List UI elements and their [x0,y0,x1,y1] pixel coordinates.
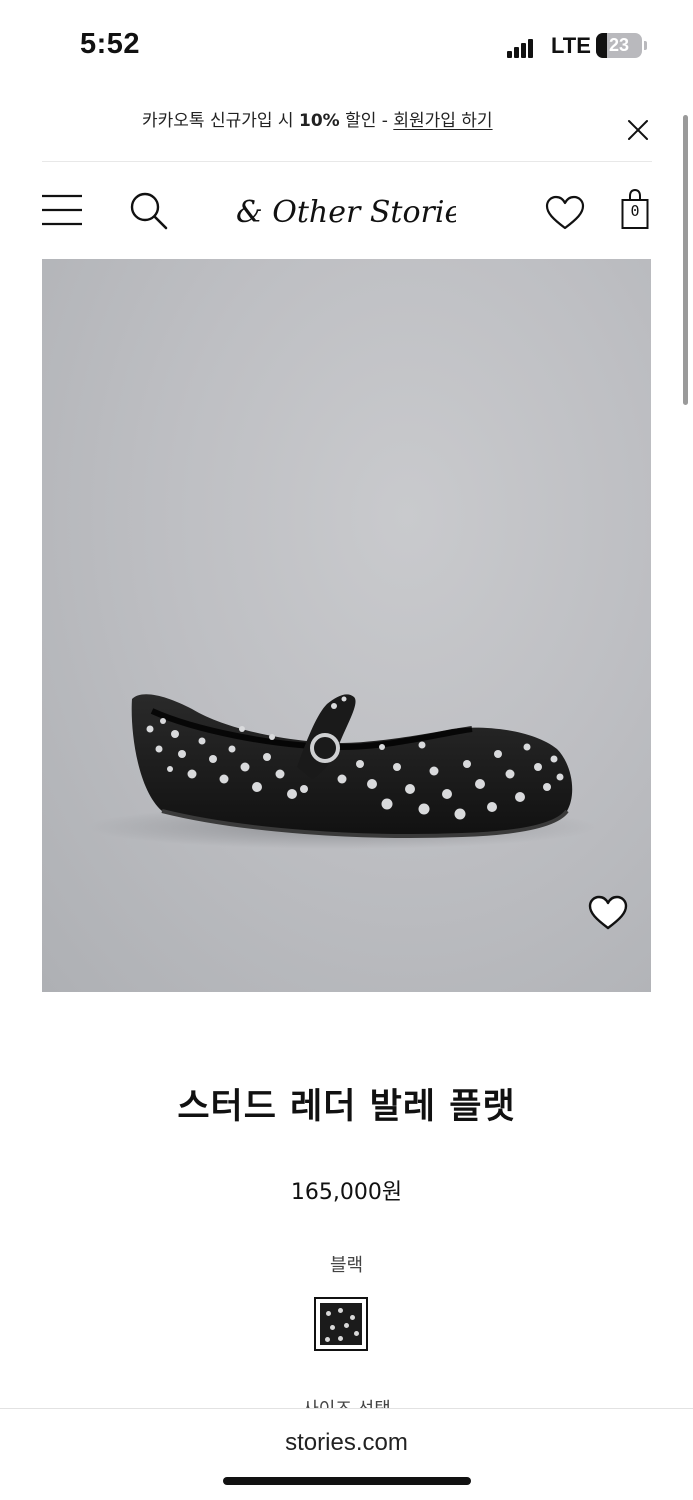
product-title: 스터드 레더 발레 플랫 [177,1086,516,1127]
shopping-bag-icon[interactable]: 0 [621,188,649,230]
color-name: 블랙 [329,1255,364,1276]
close-icon[interactable] [626,118,650,142]
promo-discount: 10% [298,111,340,131]
network-type: LTE [551,33,591,58]
brand-logo-text: & Other Stories [236,195,456,230]
status-time: 5:52 [80,28,141,60]
product-wishlist-heart-icon[interactable] [588,895,628,931]
ballet-flat-illustration [87,694,597,849]
signup-link[interactable]: 회원가입 하기 [393,111,492,131]
hamburger-menu-icon[interactable] [42,194,82,226]
top-navigation: & Other Stories 0 [0,168,693,258]
brand-logo[interactable]: & Other Stories [236,186,456,236]
battery-icon: 23 [596,33,642,58]
status-bar: 5:52 LTE 23 [0,0,693,92]
bag-count: 0 [630,202,640,220]
promo-text: 카카오톡 신규가입 시 10% 할인 - 회원가입 하기 [142,106,493,131]
product-image[interactable] [42,259,651,992]
promo-text-middle: 할인 - [339,111,394,131]
scrollbar[interactable] [683,115,688,405]
color-swatch-black[interactable] [314,1297,368,1351]
battery-tip [644,41,647,50]
battery-percentage: 23 [608,35,630,55]
swatch-thumbnail [320,1303,362,1345]
home-indicator[interactable] [223,1477,471,1485]
heart-icon[interactable] [545,195,585,231]
product-price: 165,000원 [290,1180,403,1205]
browser-url-bar: stories.com [0,1408,693,1500]
signal-strength-icon [507,38,535,58]
promo-text-prefix: 카카오톡 신규가입 시 [142,111,299,131]
search-icon[interactable] [129,192,169,230]
url-text[interactable]: stories.com [0,1429,693,1457]
promo-banner: 카카오톡 신규가입 시 10% 할인 - 회원가입 하기 [42,96,652,162]
